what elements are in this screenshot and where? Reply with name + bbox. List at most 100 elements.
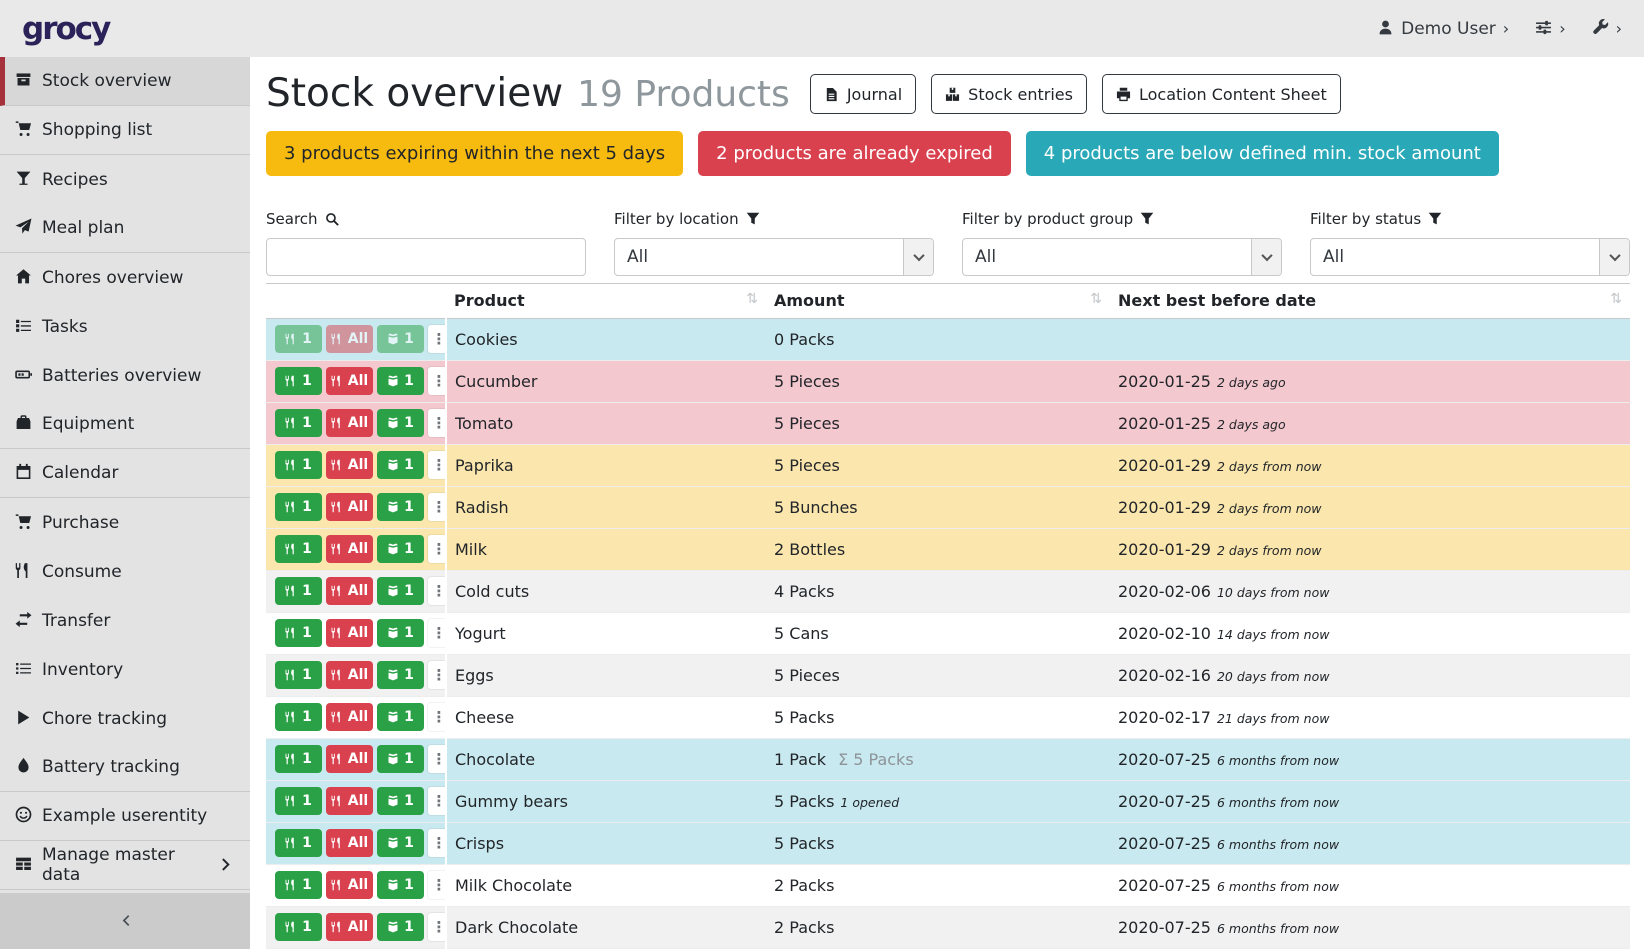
user-menu[interactable]: Demo User ›	[1377, 19, 1509, 39]
consume-all-button[interactable]: All	[326, 829, 373, 857]
open-one-button[interactable]: 1	[377, 871, 424, 899]
sidebar-item-shopping-list[interactable]: Shopping list	[0, 106, 250, 155]
row-menu-button[interactable]: ⋮	[428, 451, 446, 479]
row-menu-button[interactable]: ⋮	[428, 703, 446, 731]
open-one-button[interactable]: 1	[377, 619, 424, 647]
consume-all-button[interactable]: All	[326, 535, 373, 563]
consume-all-button[interactable]: All	[326, 913, 373, 941]
consume-all-button[interactable]: All	[326, 703, 373, 731]
open-one-button[interactable]: 1	[377, 325, 424, 353]
consume-one-button[interactable]: 1	[275, 619, 322, 647]
column-header-next-best-before-date[interactable]: Next best before date⇅	[1110, 283, 1630, 318]
consume-one-button[interactable]: 1	[275, 451, 322, 479]
row-menu-button[interactable]: ⋮	[428, 367, 446, 395]
date-relative-note: 10 days from now	[1217, 585, 1330, 600]
journal-button[interactable]: Journal	[810, 74, 916, 114]
consume-all-button[interactable]: All	[326, 871, 373, 899]
admin-menu[interactable]: ›	[1592, 19, 1622, 39]
consume-one-button[interactable]: 1	[275, 409, 322, 437]
row-menu-button[interactable]: ⋮	[428, 577, 446, 605]
consume-one-button[interactable]: 1	[275, 367, 322, 395]
sidebar-item-batteries-overview[interactable]: Batteries overview	[0, 351, 250, 400]
row-menu-button[interactable]: ⋮	[428, 661, 446, 689]
sidebar-item-calendar[interactable]: Calendar	[0, 449, 250, 498]
sort-icon[interactable]: ⇅	[746, 291, 758, 307]
open-one-button[interactable]: 1	[377, 577, 424, 605]
column-header-product[interactable]: Product⇅	[446, 283, 766, 318]
consume-one-button[interactable]: 1	[275, 493, 322, 521]
consume-all-button[interactable]: All	[326, 367, 373, 395]
sidebar-item-battery-tracking[interactable]: Battery tracking	[0, 743, 250, 792]
open-one-button[interactable]: 1	[377, 535, 424, 563]
sidebar-item-manage-master-data[interactable]: Manage master data	[0, 841, 250, 890]
sort-icon[interactable]: ⇅	[1610, 291, 1622, 307]
row-menu-button[interactable]: ⋮	[428, 409, 446, 437]
open-one-button[interactable]: 1	[377, 661, 424, 689]
row-menu-button[interactable]: ⋮	[428, 619, 446, 647]
sidebar-item-equipment[interactable]: Equipment	[0, 400, 250, 449]
consume-one-button[interactable]: 1	[275, 577, 322, 605]
open-one-button[interactable]: 1	[377, 409, 424, 437]
consume-one-button[interactable]: 1	[275, 535, 322, 563]
row-menu-button[interactable]: ⋮	[428, 535, 446, 563]
sidebar-item-transfer[interactable]: Transfer	[0, 596, 250, 645]
consume-all-button[interactable]: All	[326, 661, 373, 689]
row-menu-button[interactable]: ⋮	[428, 493, 446, 521]
sidebar-item-consume[interactable]: Consume	[0, 547, 250, 596]
consume-all-button[interactable]: All	[326, 619, 373, 647]
app-logo[interactable]: grocy	[22, 11, 109, 47]
sidebar-item-meal-plan[interactable]: Meal plan	[0, 204, 250, 253]
open-one-button[interactable]: 1	[377, 367, 424, 395]
filter-by-status-select[interactable]: All	[1310, 238, 1630, 276]
sidebar-item-recipes[interactable]: Recipes	[0, 155, 250, 204]
consume-all-button[interactable]: All	[326, 451, 373, 479]
open-one-button[interactable]: 1	[377, 787, 424, 815]
search-input[interactable]	[266, 238, 586, 276]
consume-one-button[interactable]: 1	[275, 703, 322, 731]
open-one-button[interactable]: 1	[377, 703, 424, 731]
date-relative-note: 2 days from now	[1217, 543, 1322, 558]
consume-one-button[interactable]: 1	[275, 325, 322, 353]
sidebar-item-example-userentity[interactable]: Example userentity	[0, 792, 250, 841]
sidebar-item-inventory[interactable]: Inventory	[0, 645, 250, 694]
consume-one-button[interactable]: 1	[275, 913, 322, 941]
consume-one-button[interactable]: 1	[275, 745, 322, 773]
row-menu-button[interactable]: ⋮	[428, 745, 446, 773]
consume-one-button[interactable]: 1	[275, 829, 322, 857]
consume-all-button[interactable]: All	[326, 493, 373, 521]
row-menu-button[interactable]: ⋮	[428, 913, 446, 941]
settings-menu[interactable]: ›	[1535, 19, 1565, 39]
sidebar-collapse-button[interactable]	[0, 893, 250, 949]
sidebar-item-chore-tracking[interactable]: Chore tracking	[0, 694, 250, 743]
consume-all-button[interactable]: All	[326, 577, 373, 605]
location-content-sheet-button[interactable]: Location Content Sheet	[1102, 74, 1341, 114]
sort-icon[interactable]: ⇅	[1090, 291, 1102, 307]
status-alert-2[interactable]: 2 products are already expired	[698, 131, 1011, 176]
row-menu-button[interactable]: ⋮	[428, 829, 446, 857]
consume-all-button[interactable]: All	[326, 325, 373, 353]
consume-all-button[interactable]: All	[326, 409, 373, 437]
status-alert-3[interactable]: 4 products are below defined min. stock …	[1026, 131, 1499, 176]
open-one-button[interactable]: 1	[377, 745, 424, 773]
open-one-button[interactable]: 1	[377, 913, 424, 941]
consume-one-button[interactable]: 1	[275, 661, 322, 689]
consume-one-button[interactable]: 1	[275, 787, 322, 815]
consume-all-button[interactable]: All	[326, 745, 373, 773]
stock-entries-button[interactable]: Stock entries	[931, 74, 1087, 114]
row-menu-button[interactable]: ⋮	[428, 871, 446, 899]
column-header-amount[interactable]: Amount⇅	[766, 283, 1110, 318]
sidebar-item-chores-overview[interactable]: Chores overview	[0, 253, 250, 302]
status-alert-1[interactable]: 3 products expiring within the next 5 da…	[266, 131, 683, 176]
consume-one-button[interactable]: 1	[275, 871, 322, 899]
row-menu-button[interactable]: ⋮	[428, 787, 446, 815]
open-one-button[interactable]: 1	[377, 451, 424, 479]
open-one-button[interactable]: 1	[377, 829, 424, 857]
consume-all-button[interactable]: All	[326, 787, 373, 815]
row-menu-button[interactable]: ⋮	[428, 325, 446, 353]
filter-by-location-select[interactable]: All	[614, 238, 934, 276]
sidebar-item-purchase[interactable]: Purchase	[0, 498, 250, 547]
open-one-button[interactable]: 1	[377, 493, 424, 521]
filter-by-product-group-select[interactable]: All	[962, 238, 1282, 276]
sidebar-item-stock-overview[interactable]: Stock overview	[0, 57, 250, 106]
sidebar-item-tasks[interactable]: Tasks	[0, 302, 250, 351]
